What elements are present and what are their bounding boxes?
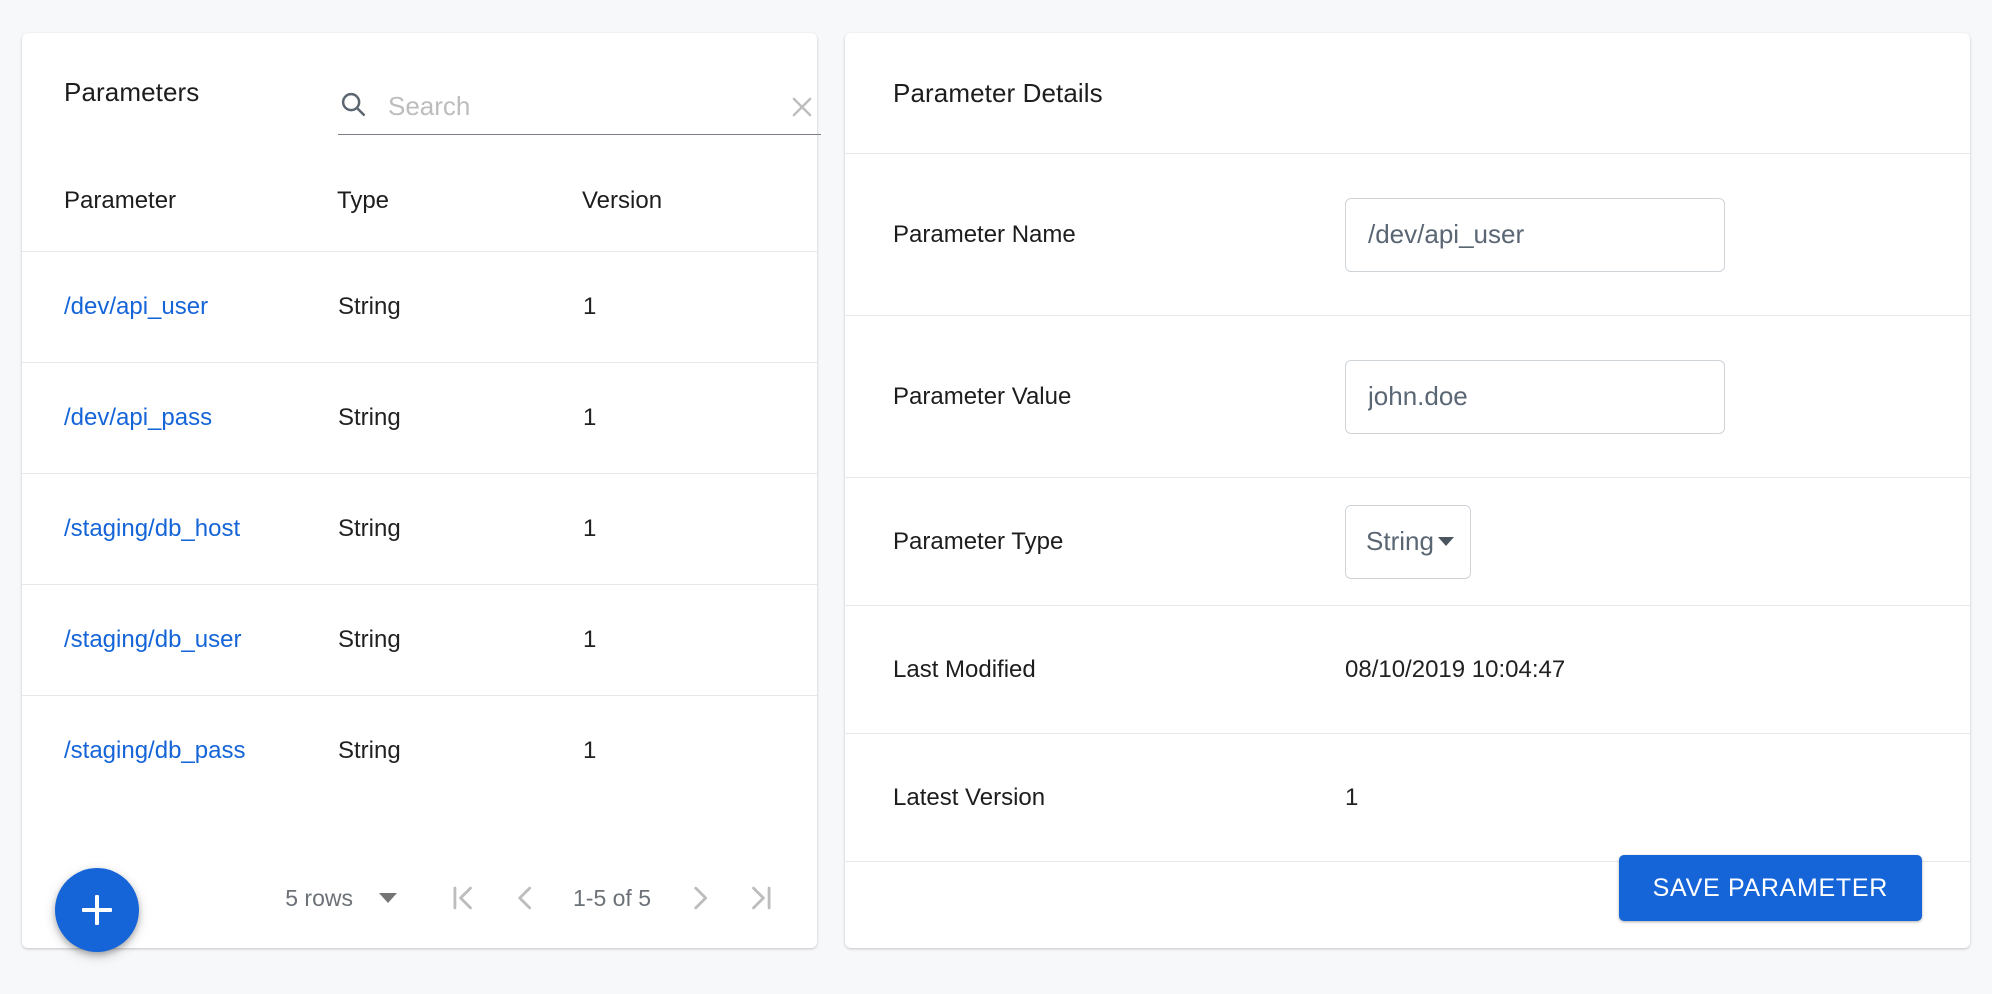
parameter-link[interactable]: /staging/db_host xyxy=(64,515,240,542)
cell-parameter-version: 1 xyxy=(582,584,817,695)
parameter-type-selected-value: String xyxy=(1366,526,1434,557)
search-input[interactable] xyxy=(388,91,773,122)
parameter-link[interactable]: /staging/db_user xyxy=(64,626,241,653)
chevron-down-icon xyxy=(379,893,397,903)
cell-parameter-version: 1 xyxy=(582,251,817,362)
add-parameter-fab[interactable] xyxy=(55,868,139,952)
table-row[interactable]: /dev/api_user String 1 xyxy=(22,251,817,362)
save-parameter-button[interactable]: SAVE PARAMETER xyxy=(1619,855,1922,921)
detail-value-parameter-name xyxy=(1345,198,1922,272)
cell-parameter-version: 1 xyxy=(582,695,817,806)
cell-parameter-name: /staging/db_user xyxy=(22,584,337,695)
cell-parameter-name: /staging/db_pass xyxy=(22,695,337,806)
parameter-value-input[interactable] xyxy=(1345,360,1725,434)
detail-label-parameter-value: Parameter Value xyxy=(893,383,1345,411)
parameter-link[interactable]: /dev/api_user xyxy=(64,293,208,320)
parameter-link[interactable]: /staging/db_pass xyxy=(64,737,245,764)
table-row[interactable]: /dev/api_pass String 1 xyxy=(22,362,817,473)
parameters-panel-header: Parameters xyxy=(22,33,817,151)
parameter-link[interactable]: /dev/api_pass xyxy=(64,404,212,431)
detail-label-latest-version: Latest Version xyxy=(893,784,1345,812)
plus-icon-vertical xyxy=(95,895,99,925)
search-icon xyxy=(338,89,368,124)
table-body: /dev/api_user String 1 /dev/api_pass Str… xyxy=(22,251,817,806)
cell-parameter-type: String xyxy=(337,251,582,362)
table-header-row: Parameter Type Version xyxy=(22,151,817,251)
pagination-bar: 5 rows 1-5 of 5 xyxy=(22,848,817,948)
cell-parameter-type: String xyxy=(337,695,582,806)
detail-row-last-modified: Last Modified 08/10/2019 10:04:47 xyxy=(845,606,1970,734)
parameter-details-panel: Parameter Details Parameter Name Paramet… xyxy=(845,33,1970,948)
app-root: Parameters xyxy=(0,0,1992,994)
previous-page-button[interactable] xyxy=(493,867,555,929)
clear-search-button[interactable] xyxy=(787,92,817,122)
detail-label-last-modified: Last Modified xyxy=(893,656,1345,684)
parameter-name-input[interactable] xyxy=(1345,198,1725,272)
table-header: Parameter Type Version xyxy=(22,151,817,251)
detail-value-parameter-type: String xyxy=(1345,505,1922,579)
column-header-type[interactable]: Type xyxy=(337,151,582,251)
cell-parameter-name: /staging/db_host xyxy=(22,473,337,584)
cell-parameter-version: 1 xyxy=(582,473,817,584)
next-page-button[interactable] xyxy=(669,867,731,929)
detail-row-parameter-type: Parameter Type String xyxy=(845,478,1970,606)
column-header-version[interactable]: Version xyxy=(582,151,817,251)
parameters-table: Parameter Type Version /dev/api_user Str… xyxy=(22,151,817,806)
table-row[interactable]: /staging/db_pass String 1 xyxy=(22,695,817,806)
detail-value-latest-version: 1 xyxy=(1345,784,1922,812)
page-title: Parameters xyxy=(64,77,199,108)
column-header-parameter[interactable]: Parameter xyxy=(22,151,337,251)
cell-parameter-type: String xyxy=(337,362,582,473)
detail-label-parameter-name: Parameter Name xyxy=(893,221,1345,249)
search-field[interactable] xyxy=(338,89,821,135)
detail-row-parameter-name: Parameter Name xyxy=(845,154,1970,316)
rows-per-page-label: 5 rows xyxy=(285,885,353,912)
detail-row-parameter-value: Parameter Value xyxy=(845,316,1970,478)
first-page-button[interactable] xyxy=(431,867,493,929)
table-row[interactable]: /staging/db_user String 1 xyxy=(22,584,817,695)
rows-per-page-select[interactable]: 5 rows xyxy=(285,885,397,912)
details-panel-footer: SAVE PARAMETER xyxy=(845,828,1970,948)
table-row[interactable]: /staging/db_host String 1 xyxy=(22,473,817,584)
parameters-panel: Parameters xyxy=(22,33,817,948)
chevron-down-icon xyxy=(1438,537,1454,546)
cell-parameter-type: String xyxy=(337,473,582,584)
cell-parameter-version: 1 xyxy=(582,362,817,473)
detail-value-parameter-value xyxy=(1345,360,1922,434)
detail-value-last-modified: 08/10/2019 10:04:47 xyxy=(1345,656,1922,684)
last-page-button[interactable] xyxy=(731,867,793,929)
page-navigation: 1-5 of 5 xyxy=(431,867,793,929)
cell-parameter-name: /dev/api_pass xyxy=(22,362,337,473)
details-panel-header: Parameter Details xyxy=(845,33,1970,154)
cell-parameter-name: /dev/api_user xyxy=(22,251,337,362)
details-title: Parameter Details xyxy=(893,78,1103,109)
cell-parameter-type: String xyxy=(337,584,582,695)
page-range-label: 1-5 of 5 xyxy=(573,885,651,912)
detail-label-parameter-type: Parameter Type xyxy=(893,528,1345,556)
parameter-type-select[interactable]: String xyxy=(1345,505,1471,579)
